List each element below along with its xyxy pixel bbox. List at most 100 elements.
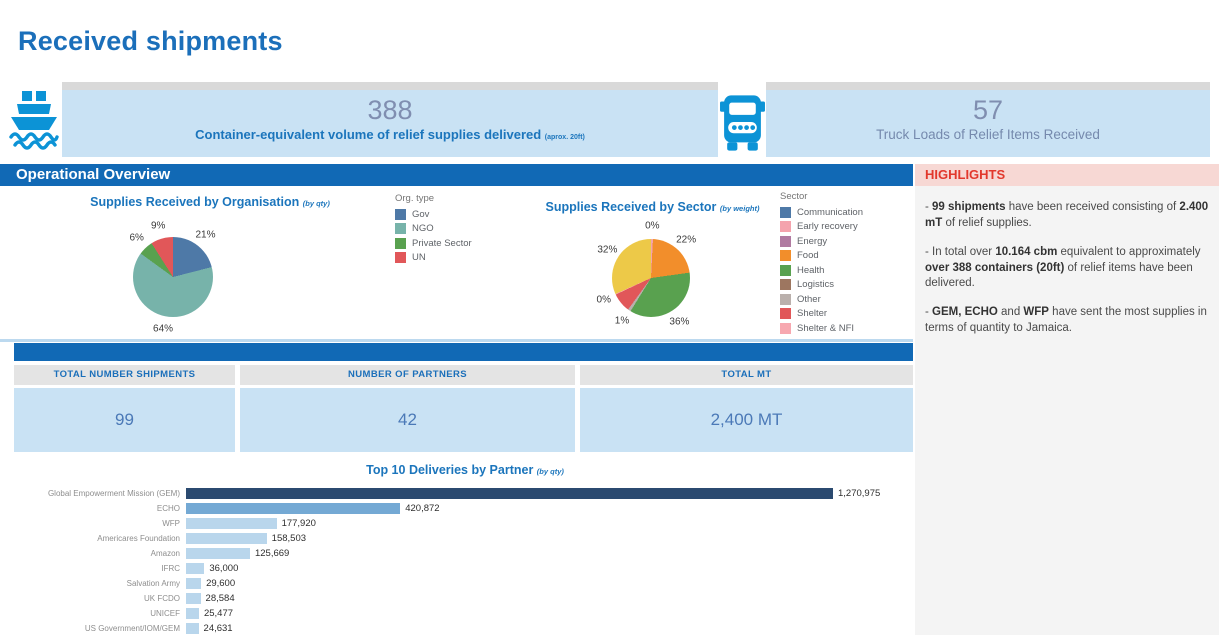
bar-value-label: 420,872 <box>405 503 439 514</box>
legend-swatch <box>780 250 791 261</box>
legend-item[interactable]: Other <box>780 292 863 307</box>
pie-percent-label: 36% <box>669 316 689 327</box>
truck-icon <box>719 93 766 153</box>
kpi-value-containers: 388 <box>62 95 718 126</box>
pie[interactable] <box>612 239 690 317</box>
legend-label: Other <box>797 294 821 305</box>
bar-row: Amazon 125,669 <box>0 546 913 561</box>
pie-percent-label: 22% <box>676 234 696 245</box>
bar-category-label: WFP <box>0 519 186 528</box>
section-banner-operational-overview: Operational Overview <box>0 164 913 186</box>
kpi-label-suffix: (aprox. 20ft) <box>545 134 585 141</box>
bar[interactable] <box>186 488 833 499</box>
bar-value-label: 158,503 <box>272 533 306 544</box>
legend-item[interactable]: Health <box>780 263 863 278</box>
page-title: Received shipments <box>18 26 283 57</box>
bar[interactable] <box>186 593 201 604</box>
stat-value-number-of-partners: 42 <box>240 388 575 452</box>
legend-item[interactable]: Communication <box>780 205 863 220</box>
pie-percent-label: 0% <box>645 221 659 232</box>
legend-title: Sector <box>780 191 863 202</box>
bar[interactable] <box>186 533 267 544</box>
bar-chart-top10-partners: Global Empowerment Mission (GEM) 1,270,97… <box>0 486 913 636</box>
highlight-paragraph: - GEM, ECHO and WFP have sent the most s… <box>925 305 1209 337</box>
legend-label: Logistics <box>797 279 834 290</box>
section-banner-highlights: HIGHLIGHTS <box>915 164 1219 186</box>
legend-label: Shelter <box>797 308 827 319</box>
bar[interactable] <box>186 548 250 559</box>
bar-value-label: 29,600 <box>206 578 235 589</box>
legend-item[interactable]: WASH <box>780 336 863 338</box>
bar-category-label: Americares Foundation <box>0 534 186 543</box>
bar-row: IFRC 36,000 <box>0 561 913 576</box>
bar-value-label: 125,669 <box>255 548 289 559</box>
legend-label: Energy <box>797 236 827 247</box>
bar-row: UNICEF 25,477 <box>0 606 913 621</box>
highlight-paragraph: - 99 shipments have been received consis… <box>925 200 1209 232</box>
bar-value-label: 36,000 <box>209 563 238 574</box>
legend-swatch <box>780 221 791 232</box>
kpi-label-trucks: Truck Loads of Relief Items Received <box>766 127 1210 142</box>
kpi-top-strip <box>62 82 718 90</box>
pie-chart-sector: 0%22%36%1%0%32% <box>0 186 913 339</box>
kpi-value-trucks: 57 <box>766 95 1210 126</box>
bar-category-label: ECHO <box>0 504 186 513</box>
legend-label: Food <box>797 250 819 261</box>
stat-value-total-mt: 2,400 MT <box>580 388 913 452</box>
pie-legend-sector: Sector Communication Early recovery Energy F… <box>780 191 863 337</box>
legend-item[interactable]: Shelter & NFI <box>780 321 863 336</box>
legend-swatch <box>780 308 791 319</box>
legend-swatch <box>780 279 791 290</box>
bar[interactable] <box>186 518 277 529</box>
kpi-label-containers: Container-equivalent volume of relief su… <box>62 127 718 142</box>
legend-item[interactable]: Early recovery <box>780 220 863 235</box>
bar[interactable] <box>186 608 199 619</box>
bar-chart-title: Top 10 Deliveries by Partner (by qty) <box>0 463 930 477</box>
pie-section: Supplies Received by Organisation (by qt… <box>0 186 913 339</box>
legend-item[interactable]: Energy <box>780 234 863 249</box>
bar-value-label: 24,631 <box>204 623 233 634</box>
bar-category-label: Global Empowerment Mission (GEM) <box>0 489 186 498</box>
stat-header-number-of-partners: NUMBER OF PARTNERS <box>240 365 575 385</box>
bar-category-label: US Government/IOM/GEM <box>0 624 186 633</box>
bar-row: Americares Foundation 158,503 <box>0 531 913 546</box>
bar-row: Salvation Army29,600 <box>0 576 913 591</box>
bar-value-label: 25,477 <box>204 608 233 619</box>
bar-category-label: Amazon <box>0 549 186 558</box>
bar-row: UK FCDO 28,584 <box>0 591 913 606</box>
bar-value-label: 1,270,975 <box>838 488 880 499</box>
bar[interactable] <box>186 623 199 634</box>
bar-row: WFP 177,920 <box>0 516 913 531</box>
legend-label: Health <box>797 265 824 276</box>
legend-item[interactable]: Logistics <box>780 278 863 293</box>
highlights-body: - 99 shipments have been received consis… <box>915 186 1219 635</box>
bar-row: ECHO 420,872 <box>0 501 913 516</box>
bar[interactable] <box>186 578 201 589</box>
legend-item[interactable]: Shelter <box>780 307 863 322</box>
legend-swatch <box>780 323 791 334</box>
bar[interactable] <box>186 503 400 514</box>
bar-category-label: UNICEF <box>0 609 186 618</box>
legend-swatch <box>780 236 791 247</box>
stat-header-total-shipments: TOTAL NUMBER SHIPMENTS <box>14 365 235 385</box>
dashboard: Received shipments 388 Container-equival… <box>0 0 1219 643</box>
legend-label: Communication <box>797 207 863 218</box>
bar-value-label: 28,584 <box>206 593 235 604</box>
bar[interactable] <box>186 563 204 574</box>
bar-row: Global Empowerment Mission (GEM) 1,270,97… <box>0 486 913 501</box>
blue-divider-band <box>14 343 913 361</box>
legend-swatch <box>780 265 791 276</box>
legend-item[interactable]: Food <box>780 249 863 264</box>
legend-label: Early recovery <box>797 221 858 232</box>
stat-header-total-mt: TOTAL MT <box>580 365 913 385</box>
bar-category-label: UK FCDO <box>0 594 186 603</box>
kpi-top-strip <box>766 82 1210 90</box>
section-divider <box>0 339 913 342</box>
bar-category-label: IFRC <box>0 564 186 573</box>
kpi-card-containers: 388 Container-equivalent volume of relie… <box>62 90 718 157</box>
legend-swatch <box>780 294 791 305</box>
bar-value-label: 177,920 <box>282 518 316 529</box>
stat-value-total-shipments: 99 <box>14 388 235 452</box>
kpi-card-trucks: 57 Truck Loads of Relief Items Received <box>766 90 1210 157</box>
pie-percent-label: 1% <box>615 316 629 327</box>
